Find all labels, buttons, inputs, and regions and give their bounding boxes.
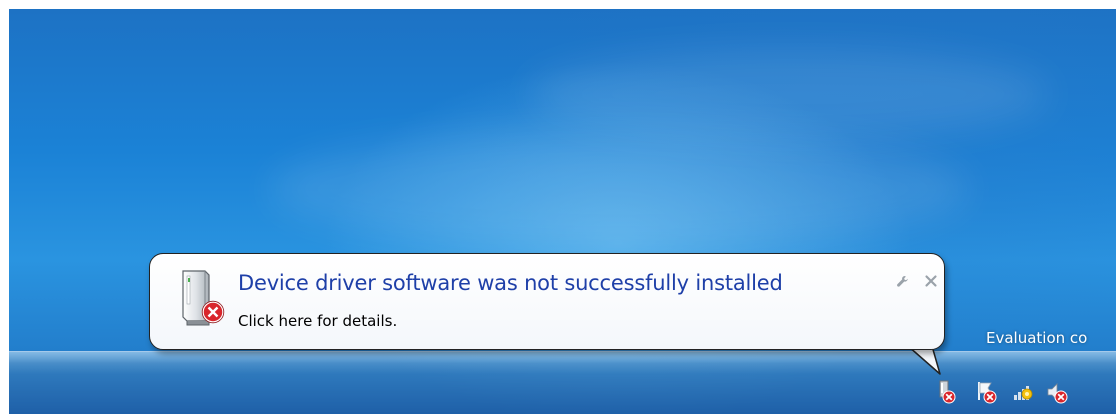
close-icon[interactable] [922,272,940,290]
wrench-icon[interactable] [894,273,912,291]
wallpaper-streak [529,49,1049,139]
balloon-details-link[interactable]: Click here for details. [238,312,397,330]
volume-muted-icon[interactable] [1044,379,1070,405]
evaluation-watermark: Evaluation co [986,329,1088,347]
taskbar-glow [9,352,1116,374]
action-center-flag-error-icon[interactable] [973,379,999,405]
balloon-title[interactable]: Device driver software was not successfu… [238,271,783,295]
device-error-tray-icon[interactable] [933,379,959,405]
network-icon[interactable] [1010,379,1036,405]
notification-balloon[interactable] [149,253,945,350]
screen: Evaluation co Device driver software was… [9,9,1116,414]
wallpaper-streak [269,129,969,249]
device-error-icon [182,270,225,326]
